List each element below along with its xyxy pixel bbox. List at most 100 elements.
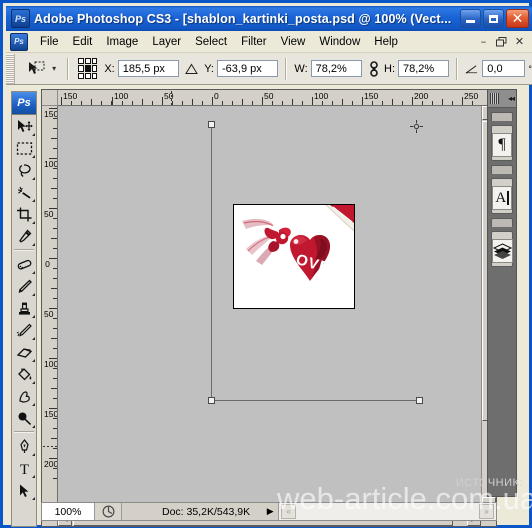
close-button[interactable]: ✕ <box>506 9 529 28</box>
ref-point-tl[interactable] <box>78 58 84 65</box>
eraser-tool[interactable] <box>12 341 36 363</box>
pen-tool[interactable] <box>12 435 36 457</box>
paint-bucket-tool[interactable] <box>12 363 36 385</box>
document-size-icon[interactable] <box>95 503 122 520</box>
smudge-tool[interactable] <box>12 385 36 407</box>
ruler-v-label-4: 50 <box>44 309 54 319</box>
layers-panel-tab[interactable] <box>491 218 513 227</box>
move-tool[interactable] <box>12 115 36 137</box>
tool-expand-icon <box>32 133 35 136</box>
status-next-button[interactable]: » <box>479 504 494 519</box>
ruler-v-label-7: 200 <box>44 459 58 469</box>
close-icon: ✕ <box>511 10 524 27</box>
tool-expand-icon <box>32 337 35 340</box>
status-bar: 100% Doc: 35,2K/543,9K ▶ « » <box>41 502 497 521</box>
transform-handle-top-left[interactable] <box>208 121 215 128</box>
y-input[interactable]: -63,9 px <box>217 60 279 77</box>
menu-item-view[interactable]: View <box>274 33 313 51</box>
menu-item-help[interactable]: Help <box>367 33 405 51</box>
lasso-tool[interactable] <box>12 159 36 181</box>
path-selection-tool[interactable] <box>12 479 36 501</box>
menu-item-layer[interactable]: Layer <box>145 33 188 51</box>
menu-item-window[interactable]: Window <box>312 33 367 51</box>
menu-item-file[interactable]: File <box>33 33 66 51</box>
menu-bar: Ps File Edit Image Layer Select Filter V… <box>6 31 532 53</box>
tool-preset-caret-icon[interactable]: ▾ <box>48 58 60 80</box>
ref-point-tc[interactable] <box>84 58 91 65</box>
transform-center-point[interactable] <box>410 120 423 133</box>
menu-item-filter[interactable]: Filter <box>234 33 274 51</box>
maximize-button[interactable] <box>483 9 504 28</box>
options-bar-grip[interactable] <box>6 53 16 84</box>
transform-handle-bottom-right[interactable] <box>416 397 423 404</box>
minimize-button[interactable] <box>460 9 481 28</box>
status-prev-button[interactable]: « <box>281 504 297 519</box>
ruler-v-label-6: 150 <box>44 409 58 419</box>
mdi-controls: – ✕ <box>475 34 532 50</box>
ruler-v-label-0: 150 <box>44 109 58 119</box>
angle-input[interactable]: 0,0 <box>482 60 526 77</box>
placed-image[interactable]: LOVE <box>233 204 355 309</box>
tool-expand-icon <box>32 199 35 202</box>
mdi-minimize-button[interactable]: – <box>475 34 492 50</box>
width-input[interactable]: 78,2% <box>310 60 362 77</box>
ref-point-bc[interactable] <box>84 72 91 79</box>
crop-tool[interactable] <box>12 203 36 225</box>
canvas-scroll-area[interactable]: LOVE <box>58 106 481 511</box>
menu-item-select[interactable]: Select <box>188 33 234 51</box>
window-title: Adobe Photoshop CS3 - [shablon_kartinki_… <box>34 11 452 26</box>
brush-tool[interactable] <box>12 275 36 297</box>
reference-point-grid[interactable] <box>78 58 98 79</box>
ruler-corner[interactable] <box>42 90 58 106</box>
artboard[interactable]: LOVE <box>58 106 481 511</box>
link-chain-icon[interactable] <box>368 60 380 78</box>
ruler-v-label-1: 100 <box>44 159 58 169</box>
type-tool[interactable]: T <box>12 457 36 479</box>
layers-panel-button[interactable] <box>491 231 513 267</box>
ruler-h-label-0: 150 <box>63 91 78 101</box>
vertical-ruler[interactable]: 150 100 50 0 50 100 150 200 <box>42 106 58 526</box>
restore-icon <box>496 36 507 46</box>
eyedropper-tool[interactable] <box>12 225 36 247</box>
character-panel-button[interactable]: A <box>491 178 513 214</box>
title-bar[interactable]: Ps Adobe Photoshop CS3 - [shablon_kartin… <box>6 6 532 31</box>
ref-point-bl[interactable] <box>78 72 84 79</box>
menu-item-edit[interactable]: Edit <box>66 33 100 51</box>
love-heart-tag-image: LOVE <box>234 205 354 308</box>
mdi-close-button[interactable]: ✕ <box>511 34 528 50</box>
ref-point-ml[interactable] <box>78 65 84 72</box>
ref-point-br[interactable] <box>91 72 98 79</box>
status-menu-arrow-icon[interactable]: ▶ <box>262 503 278 520</box>
history-brush-tool[interactable] <box>12 319 36 341</box>
marquee-tool[interactable] <box>12 137 36 159</box>
paragraph-panel-tab[interactable] <box>491 112 513 121</box>
mdi-restore-button[interactable] <box>493 34 510 50</box>
menu-item-image[interactable]: Image <box>99 33 145 51</box>
ref-point-tr[interactable] <box>91 58 98 65</box>
tool-expand-icon <box>32 243 35 246</box>
clone-stamp-tool[interactable] <box>12 297 36 319</box>
height-input[interactable]: 78,2% <box>398 60 450 77</box>
y-label: Y: <box>204 62 214 75</box>
zoom-level-input[interactable]: 100% <box>42 503 95 520</box>
ref-point-mr[interactable] <box>91 65 98 72</box>
ruler-v-label-2: 50 <box>44 209 54 219</box>
character-panel-tab[interactable] <box>491 165 513 174</box>
x-label: X: <box>104 62 115 75</box>
dock-grip-icon[interactable] <box>490 93 499 104</box>
magic-wand-tool[interactable] <box>12 181 36 203</box>
dock-header[interactable]: ◂◂ <box>488 90 516 108</box>
dodge-burn-tool[interactable] <box>12 407 36 429</box>
x-input[interactable]: 185,5 px <box>117 60 180 77</box>
angle-icon <box>465 62 478 76</box>
dock-collapse-icon[interactable]: ◂◂ <box>508 94 515 103</box>
transform-handle-bottom-left[interactable] <box>208 397 215 404</box>
horizontal-ruler[interactable]: 150 100 50 0 50 100 150 200 250 <box>58 90 496 106</box>
delta-triangle-icon[interactable] <box>185 62 199 76</box>
move-transform-icon[interactable] <box>24 57 48 81</box>
paragraph-panel-icon: ¶ <box>492 133 512 157</box>
bbox-left-edge <box>211 124 212 401</box>
healing-brush-tool[interactable] <box>12 253 36 275</box>
ref-point-center[interactable] <box>84 65 91 72</box>
paragraph-panel-button[interactable]: ¶ <box>491 125 513 161</box>
